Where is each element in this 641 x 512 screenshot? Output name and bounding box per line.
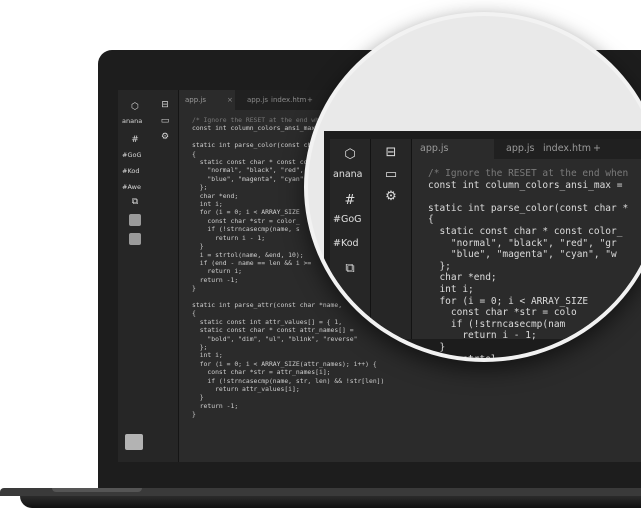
code-line[interactable]: if (!strncasecmp(nam [428, 319, 628, 331]
code-line[interactable]: static const char * const color_ [428, 226, 628, 238]
zoomed-left-app-bar: ⬡ anana # #GoG #Kod ⧉ [330, 139, 371, 339]
code-line[interactable]: return attr_values[i]; [192, 385, 384, 393]
code-line[interactable]: int i; [428, 284, 628, 296]
code-line[interactable]: } [428, 342, 628, 354]
hash-icon[interactable]: # [330, 193, 370, 208]
panel-toggle-icon[interactable]: ⊟ [155, 100, 175, 110]
copy-icon[interactable]: ⧉ [125, 197, 145, 207]
code-line[interactable] [428, 191, 628, 203]
folder-icon[interactable]: ▭ [371, 167, 411, 182]
sidebar-item-label[interactable]: #GoG [333, 214, 362, 225]
left-app-bar: ⬡ anana # #GoG #Kod #Awe ⧉ [118, 90, 153, 462]
tab-app-js[interactable]: app.js [420, 143, 449, 154]
file-nav-bar: ⊟ ▭ ⚙ [152, 90, 179, 462]
zoomed-screen: ⬡ anana # #GoG #Kod ⧉ ⊟ ▭ ⚙ app.js app.j… [324, 131, 641, 358]
code-line[interactable]: const char *str = colo [428, 307, 628, 319]
code-line[interactable]: char *end; [428, 272, 628, 284]
code-line[interactable]: { [428, 214, 628, 226]
avatar[interactable] [129, 233, 141, 245]
code-line[interactable]: for (i = 0; i < ARRAY_SIZE(attr_names); … [192, 360, 384, 368]
sidebar-item-label[interactable]: #Kod [333, 238, 359, 249]
zoomed-code-editor[interactable]: app.js app.js index.htm + /* Ignore the … [412, 139, 641, 358]
code-line[interactable]: static int parse_color(const char * [428, 203, 628, 215]
folder-icon[interactable]: ▭ [155, 116, 175, 126]
code-line[interactable]: const int column_colors_ansi_max = [428, 180, 628, 192]
sidebar-item-label[interactable]: anana [122, 117, 142, 125]
sidebar-item-label[interactable]: #GoG [122, 151, 142, 159]
tab-index-htm[interactable]: index.htm [543, 143, 591, 154]
hash-icon[interactable]: # [125, 135, 145, 145]
code-line[interactable]: if (!strncasecmp(name, str, len) && !str… [192, 377, 384, 385]
new-tab-button[interactable]: + [593, 143, 601, 154]
copy-icon[interactable]: ⧉ [330, 261, 370, 276]
code-line[interactable]: /* Ignore the RESET at the end when [428, 168, 628, 180]
new-tab-button[interactable]: + [307, 96, 313, 104]
code-line[interactable]: "blue", "magenta", "cyan", "w [428, 249, 628, 261]
code-line[interactable]: return -1; [192, 402, 384, 410]
code-line[interactable]: } [192, 393, 384, 401]
tab-app-js[interactable]: app.js [185, 96, 206, 104]
cube-icon[interactable]: ⬡ [125, 102, 145, 112]
gear-icon[interactable]: ⚙ [155, 132, 175, 142]
sidebar-item-label[interactable]: #Kod [122, 167, 140, 175]
sidebar-item-label[interactable]: #Awe [122, 183, 141, 191]
zoomed-nav-bar: ⊟ ▭ ⚙ [371, 139, 412, 339]
laptop-notch [52, 488, 142, 492]
magnifier-lens: ⬡ anana # #GoG #Kod ⧉ ⊟ ▭ ⚙ app.js app.j… [304, 12, 641, 362]
code-line[interactable]: "normal", "black", "red", "gr [428, 238, 628, 250]
user-avatar[interactable] [125, 434, 143, 450]
tab-app-js-2[interactable]: app.js [506, 143, 535, 154]
cube-icon[interactable]: ⬡ [330, 147, 370, 162]
gear-icon[interactable]: ⚙ [371, 189, 411, 204]
panel-toggle-icon[interactable]: ⊟ [371, 145, 411, 160]
tab-app-js-2[interactable]: app.js [247, 96, 268, 104]
tab-index-htm[interactable]: index.htm [271, 96, 306, 104]
code-line[interactable]: return i - 1; [428, 330, 628, 342]
code-line[interactable]: } [192, 410, 384, 418]
code-line[interactable]: for (i = 0; i < ARRAY_SIZE [428, 296, 628, 308]
avatar[interactable] [129, 214, 141, 226]
zoomed-code-content[interactable]: /* Ignore the RESET at the end when const… [428, 168, 628, 358]
code-line[interactable]: }; [428, 261, 628, 273]
tab-close-icon[interactable]: × [227, 96, 233, 104]
zoomed-tab-bar: app.js app.js index.htm + [412, 139, 641, 159]
laptop-base-edge [20, 496, 641, 508]
code-line[interactable]: const char *str = attr_names[i]; [192, 368, 384, 376]
sidebar-item-label[interactable]: anana [333, 169, 363, 180]
